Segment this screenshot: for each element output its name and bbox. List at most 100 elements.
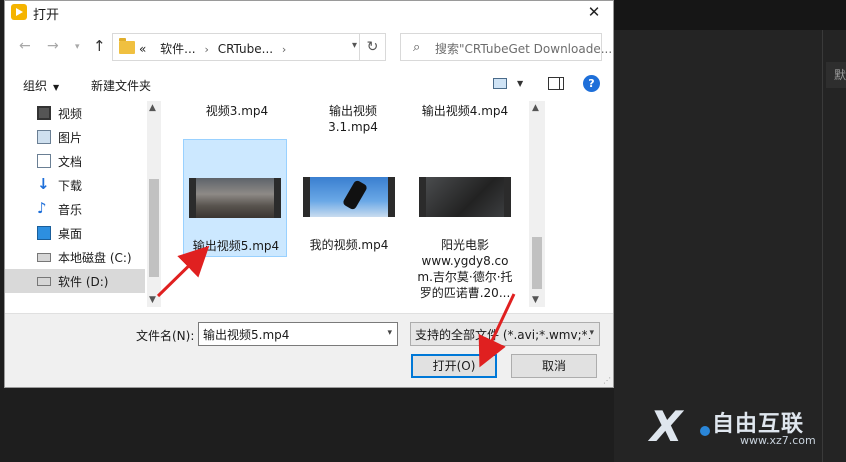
breadcrumb-software[interactable]: 软件... [160, 42, 195, 56]
file-type-value: 支持的全部文件 (*.avi;*.wmv;*. [415, 328, 592, 342]
file-item[interactable]: 我的视频.mp4 [297, 139, 401, 257]
music-icon: ♪ [37, 199, 47, 217]
chevron-down-icon[interactable]: ▾ [587, 328, 594, 338]
app-logo-icon [11, 4, 27, 20]
filename-value[interactable]: 输出视频5.mp4 [203, 328, 289, 342]
navigation-pane: 视频 图片 文档 ↓ 下载 ♪ 音乐 桌面 本地磁盘 (C:) 软件 (D:) [5, 101, 161, 307]
desktop-icon [37, 226, 51, 240]
refresh-icon: ↻ [366, 39, 379, 55]
sidebar-item-label: 图片 [58, 131, 83, 145]
file-name: 视频3.mp4 [205, 104, 269, 118]
open-button[interactable]: 打开(O) [411, 354, 497, 378]
resize-grip-icon[interactable]: ⋰ [603, 376, 611, 385]
chevron-down-icon[interactable]: ▾ [387, 328, 392, 338]
title-bar: 打开 ✕ [5, 1, 613, 23]
download-icon: ↓ [37, 175, 50, 193]
new-folder-button[interactable]: 新建文件夹 [91, 77, 151, 94]
file-item[interactable]: 阳光电影 www.ygdy8.co m.吉尔莫·德尔·托 罗的匹诺曹.20... [413, 139, 517, 307]
background-panel [614, 30, 846, 462]
chevron-right-icon[interactable]: › [204, 43, 208, 56]
file-list-scrollbar[interactable]: ▲ ▼ [529, 101, 545, 307]
file-name: 输出视频5.mp4 [192, 239, 280, 253]
caret-down-icon: ▼ [53, 83, 60, 92]
file-type-select[interactable]: 支持的全部文件 (*.avi;*.wmv;*. ▾ [410, 322, 600, 346]
view-mode-icon[interactable] [493, 78, 507, 89]
file-name: 我的视频.mp4 [309, 238, 389, 252]
sidebar-item-videos[interactable]: 视频 [5, 101, 145, 125]
dialog-title: 打开 [33, 8, 60, 23]
sidebar-item-label: 本地磁盘 (C:) [58, 251, 132, 265]
forward-arrow-icon[interactable]: → [47, 38, 59, 54]
document-icon [37, 154, 51, 168]
sidebar-item-label: 软件 (D:) [58, 275, 109, 289]
cancel-button[interactable]: 取消 [511, 354, 597, 378]
video-thumbnail [189, 178, 281, 218]
sidebar-item-pictures[interactable]: 图片 [5, 125, 145, 149]
chevron-down-icon[interactable]: ▾ [352, 40, 357, 51]
chevron-right-icon[interactable]: › [282, 43, 286, 56]
background-topbar [614, 0, 846, 30]
drive-icon [37, 277, 51, 286]
breadcrumb-crtube[interactable]: CRTube... [218, 42, 273, 56]
file-item-selected[interactable]: 输出视频5.mp4 [183, 139, 287, 257]
filename-label: 文件名(N): [136, 329, 195, 343]
refresh-button[interactable]: ↻ [359, 34, 385, 60]
file-item[interactable]: 输出视频 3.1.mp4 [301, 101, 405, 137]
picture-icon [37, 130, 51, 144]
organize-label: 组织 [23, 79, 48, 93]
back-arrow-icon[interactable]: ← [19, 38, 31, 54]
search-box[interactable]: ⌕ 搜索"CRTubeGet Downloade... [400, 33, 612, 61]
filename-field[interactable]: 输出视频5.mp4 ▾ [198, 322, 398, 346]
file-list: 视频3.mp4 输出视频 3.1.mp4 输出视频4.mp4 输出视频5.mp4… [163, 101, 529, 307]
watermark-url: www.xz7.com [740, 434, 816, 447]
watermark-x-icon: X [650, 402, 711, 451]
background-tab[interactable]: 默 [826, 62, 846, 88]
video-icon [37, 106, 51, 120]
folder-icon [119, 38, 135, 54]
file-name: 输出视频4.mp4 [421, 104, 509, 118]
scroll-down-icon[interactable]: ▼ [149, 295, 156, 305]
file-name: 输出视频 3.1.mp4 [328, 104, 378, 134]
sidebar-item-label: 桌面 [58, 227, 83, 241]
close-button[interactable]: ✕ [579, 1, 609, 23]
sidebar-item-label: 视频 [58, 107, 83, 121]
view-mode-caret-icon[interactable]: ▼ [517, 79, 523, 88]
breadcrumb-overflow[interactable]: « [139, 42, 146, 56]
scroll-up-icon[interactable]: ▲ [149, 103, 156, 113]
search-icon: ⌕ [413, 40, 421, 55]
sidebar-item-label: 下载 [58, 179, 83, 193]
help-icon[interactable]: ? [583, 75, 600, 92]
sidebar-scrollbar[interactable]: ▲ ▼ [147, 101, 161, 307]
scroll-down-icon[interactable]: ▼ [532, 295, 539, 305]
sidebar-item-music[interactable]: ♪ 音乐 [5, 197, 145, 221]
address-bar[interactable]: « 软件... › CRTube... › ▾ ↻ [112, 33, 386, 61]
file-item[interactable]: 视频3.mp4 [185, 101, 289, 121]
watermark-logo: X 自由互联 www.xz7.com [650, 404, 840, 454]
drive-icon [37, 253, 51, 262]
close-icon: ✕ [587, 3, 601, 21]
search-input[interactable]: 搜索"CRTubeGet Downloade... [435, 40, 612, 57]
history-chevron-icon[interactable]: ▾ [75, 42, 80, 52]
dialog-footer: 文件名(N): 输出视频5.mp4 ▾ 支持的全部文件 (*.avi;*.wmv… [5, 313, 613, 387]
sidebar-item-desktop[interactable]: 桌面 [5, 221, 145, 245]
sidebar-item-label: 文档 [58, 155, 83, 169]
video-thumbnail [419, 177, 511, 217]
background-divider [822, 30, 823, 462]
file-name: 阳光电影 www.ygdy8.co m.吉尔莫·德尔·托 罗的匹诺曹.20... [417, 238, 513, 300]
scrollbar-thumb[interactable] [532, 237, 542, 289]
organize-button[interactable]: 组织 ▼ [23, 77, 59, 94]
sidebar-item-label: 音乐 [58, 203, 83, 217]
open-file-dialog: 打开 ✕ ← → ▾ ↑ « 软件... › CRTube... › ▾ ↻ ⌕… [4, 0, 614, 388]
preview-pane-icon[interactable] [548, 77, 564, 90]
breadcrumb: « 软件... › CRTube... › [139, 40, 291, 57]
toolbar: 组织 ▼ 新建文件夹 ▼ ? [5, 71, 613, 99]
scrollbar-thumb[interactable] [149, 179, 159, 277]
sidebar-item-downloads[interactable]: ↓ 下载 [5, 173, 145, 197]
sidebar-item-drive-d[interactable]: 软件 (D:) [5, 269, 145, 293]
scroll-up-icon[interactable]: ▲ [532, 103, 539, 113]
up-arrow-icon[interactable]: ↑ [93, 37, 106, 55]
file-item[interactable]: 输出视频4.mp4 [413, 101, 517, 121]
sidebar-item-documents[interactable]: 文档 [5, 149, 145, 173]
video-thumbnail [303, 177, 395, 217]
sidebar-item-drive-c[interactable]: 本地磁盘 (C:) [5, 245, 145, 269]
